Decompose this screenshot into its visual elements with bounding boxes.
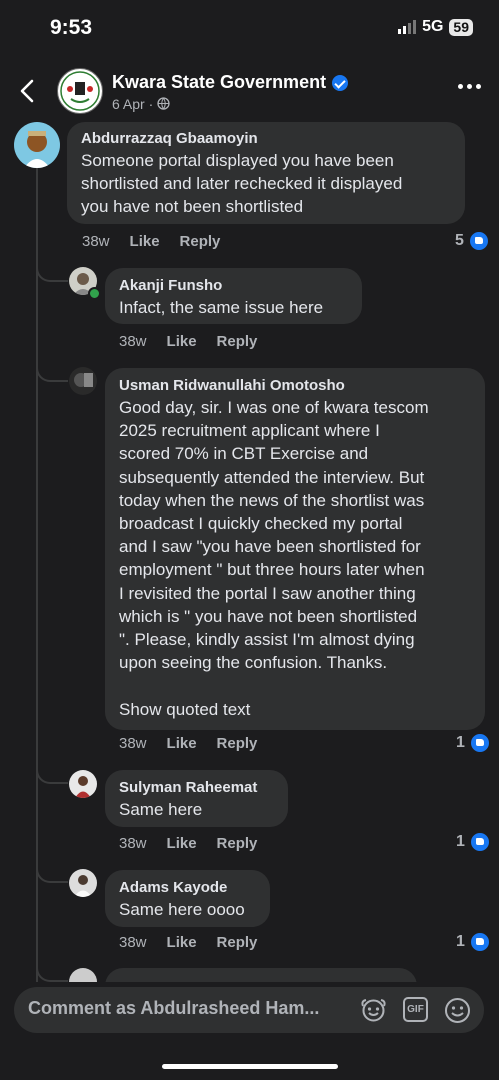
- page-title[interactable]: Kwara State Government: [112, 72, 349, 93]
- post-meta: 6 Apr ·: [112, 96, 170, 112]
- meta-separator: ·: [148, 96, 154, 112]
- comment-text: Infact, the same issue here: [119, 298, 324, 317]
- chevron-left-icon[interactable]: [14, 76, 42, 106]
- comment-text: Someone portal displayed you have been s…: [81, 151, 403, 217]
- reaction-count[interactable]: 5: [455, 230, 490, 252]
- signal-icon: [398, 20, 417, 34]
- like-reaction-icon: [468, 831, 491, 853]
- comment-time: 38w: [119, 934, 147, 951]
- avatar[interactable]: [69, 869, 97, 897]
- coat-of-arms-icon: [60, 71, 100, 111]
- battery-indicator: 59: [449, 18, 473, 36]
- like-button[interactable]: Like: [130, 233, 160, 250]
- comment-time: 38w: [82, 233, 110, 250]
- comment-actions: 38w Like Reply: [119, 835, 257, 852]
- reply-button[interactable]: Reply: [180, 233, 221, 250]
- show-quoted-text-link[interactable]: Show quoted text: [119, 698, 250, 721]
- post-date: 6 Apr: [112, 96, 145, 112]
- comment-text: Same here: [119, 800, 203, 819]
- comment-bubble[interactable]: Sulyman Raheemat Same here: [105, 770, 288, 827]
- gif-icon[interactable]: GIF: [403, 997, 428, 1022]
- emoji-icon[interactable]: [444, 997, 471, 1024]
- like-button[interactable]: Like: [167, 934, 197, 951]
- reply-button[interactable]: Reply: [217, 333, 258, 350]
- like-button[interactable]: Like: [167, 835, 197, 852]
- comment-actions: 38w Like Reply: [119, 333, 257, 350]
- comment-author[interactable]: Sulyman Raheemat: [119, 779, 257, 796]
- more-horizontal-icon[interactable]: [458, 84, 481, 89]
- comment-time: 38w: [119, 835, 147, 852]
- online-indicator: [88, 287, 101, 300]
- like-button[interactable]: Like: [167, 333, 197, 350]
- home-indicator: [162, 1064, 338, 1069]
- thread-branch: [36, 260, 68, 282]
- page-name[interactable]: Kwara State Government: [112, 72, 326, 93]
- reply-button[interactable]: Reply: [217, 934, 258, 951]
- comment-time: 38w: [119, 735, 147, 752]
- avatar[interactable]: [69, 770, 97, 798]
- comment-bubble[interactable]: Usman Ridwanullahi Omotosho Good day, si…: [105, 368, 485, 730]
- network-label: 5G: [422, 18, 444, 35]
- like-reaction-icon: [468, 931, 491, 953]
- status-time: 9:53: [50, 16, 93, 39]
- comment-bubble[interactable]: Adams Kayode Same here oooo: [105, 870, 270, 927]
- comment-actions: 38w Like Reply: [119, 735, 257, 752]
- comment-author[interactable]: Usman Ridwanullahi Omotosho: [119, 377, 345, 394]
- thread-branch: [36, 960, 68, 982]
- comment-input-placeholder[interactable]: Comment as Abdulrasheed Ham...: [28, 998, 319, 1019]
- comment-text: Same here oooo: [119, 900, 245, 919]
- like-reaction-icon: [468, 732, 491, 754]
- reaction-count[interactable]: 1: [456, 931, 491, 953]
- verified-badge-icon: [332, 74, 349, 91]
- comment-actions: 38w Like Reply: [82, 233, 220, 250]
- status-indicators: 5G 59: [398, 18, 473, 36]
- avatar-sticker-icon[interactable]: [360, 997, 387, 1024]
- like-button[interactable]: Like: [167, 735, 197, 752]
- thread-branch: [36, 861, 68, 883]
- reaction-count[interactable]: 1: [456, 831, 491, 853]
- comment-actions: 38w Like Reply: [119, 934, 257, 951]
- comment-text: Good day, sir. I was one of kwara tescom…: [119, 398, 429, 673]
- comment-author[interactable]: Abdurrazzaq Gbaamoyin: [81, 130, 258, 147]
- avatar[interactable]: [14, 122, 60, 168]
- reaction-count[interactable]: 1: [456, 732, 491, 754]
- avatar[interactable]: [69, 367, 97, 395]
- comment-author[interactable]: Akanji Funsho: [119, 277, 222, 294]
- like-reaction-icon: [467, 230, 490, 252]
- thread-branch: [36, 762, 68, 784]
- reply-button[interactable]: Reply: [217, 835, 258, 852]
- comment-author[interactable]: Adams Kayode: [119, 879, 227, 896]
- globe-icon: [157, 97, 170, 110]
- thread-branch: [36, 360, 68, 382]
- comment-bubble[interactable]: Abdurrazzaq Gbaamoyin Someone portal dis…: [67, 122, 465, 224]
- comment-bubble[interactable]: Akanji Funsho Infact, the same issue her…: [105, 268, 362, 324]
- reply-button[interactable]: Reply: [217, 735, 258, 752]
- comment-time: 38w: [119, 333, 147, 350]
- page-avatar[interactable]: [57, 68, 103, 114]
